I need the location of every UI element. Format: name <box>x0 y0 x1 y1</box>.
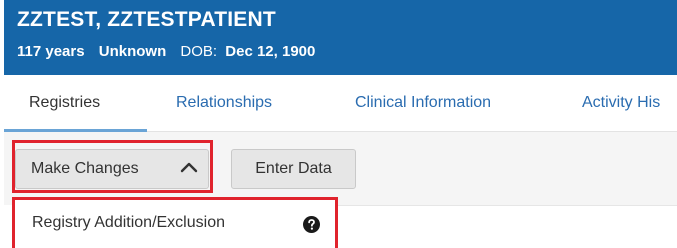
help-circle-icon[interactable] <box>303 216 320 233</box>
make-changes-label: Make Changes <box>31 160 139 177</box>
dob-label: DOB: <box>180 43 218 60</box>
chevron-up-icon <box>180 162 198 173</box>
page: ZZTEST, ZZTESTPATIENT 117 years Unknown … <box>0 0 677 248</box>
tab-clinical-information[interactable]: Clinical Information <box>355 94 491 112</box>
enter-data-button[interactable]: Enter Data <box>231 149 356 189</box>
divider <box>338 205 677 206</box>
dropdown-item-registry-addition-exclusion[interactable]: Registry Addition/Exclusion <box>12 197 338 248</box>
dob-value: Dec 12, 1900 <box>225 43 316 60</box>
tab-registries[interactable]: Registries <box>29 94 100 112</box>
tab-relationships[interactable]: Relationships <box>176 94 272 112</box>
patient-banner: ZZTEST, ZZTESTPATIENT 117 years Unknown … <box>4 0 677 75</box>
toolbar: Make Changes Enter Data <box>4 132 677 205</box>
tab-bar: Registries Relationships Clinical Inform… <box>4 75 677 132</box>
make-changes-button[interactable]: Make Changes <box>15 149 209 189</box>
patient-gender: Unknown <box>98 43 167 60</box>
patient-age: 117 years <box>17 43 85 60</box>
patient-name: ZZTEST, ZZTESTPATIENT <box>17 8 276 31</box>
make-changes-dropdown: Registry Addition/Exclusion <box>12 197 338 248</box>
dropdown-item-label: Registry Addition/Exclusion <box>32 214 225 231</box>
tab-activity-history[interactable]: Activity His <box>582 94 660 112</box>
patient-demographics: 117 years Unknown DOB: Dec 12, 1900 <box>17 43 315 60</box>
